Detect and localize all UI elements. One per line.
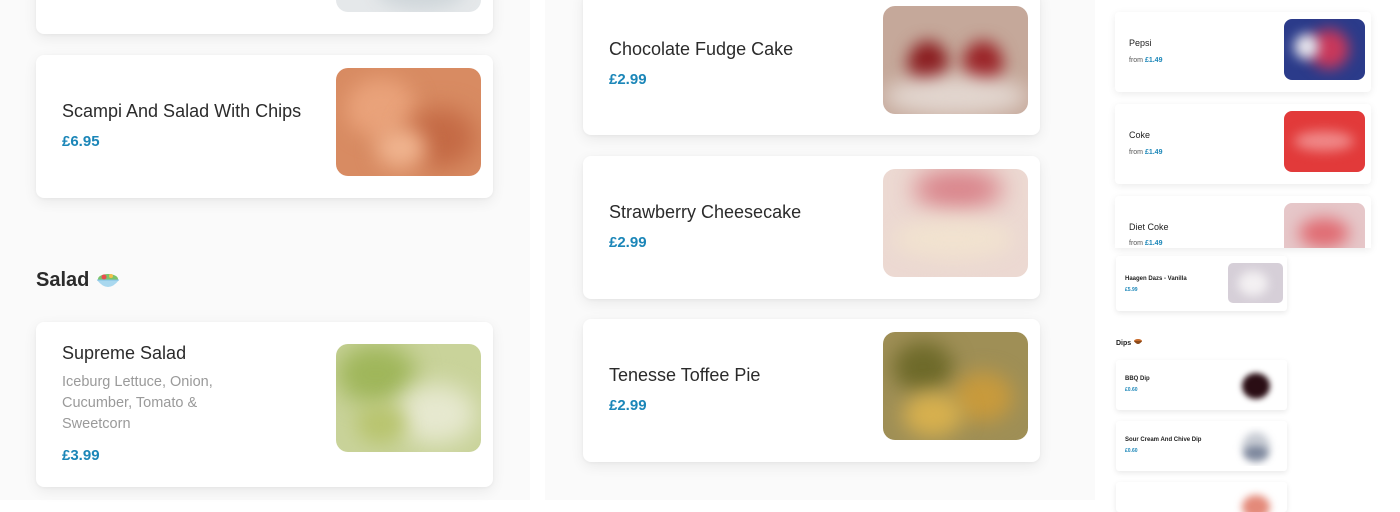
item-price: £6.95 — [62, 133, 100, 150]
menu-item-card[interactable]: Haagen Dazs - Vanilla £5.99 — [1116, 256, 1287, 311]
item-price: from £1.49 — [1129, 240, 1163, 247]
dip-card[interactable]: Sour Cream And Chive Dip £0.60 — [1116, 421, 1287, 471]
item-name: Tenesse Toffee Pie — [609, 365, 761, 385]
haagen-dazs-image — [1228, 263, 1283, 303]
section-title-dips: Dips — [1116, 338, 1143, 348]
item-description: Iceburg Lettuce, Onion, Cucumber, Tomato… — [62, 374, 213, 432]
cheesecake-image — [883, 169, 1028, 277]
item-price: £3.99 — [62, 447, 100, 464]
item-name: Supreme Salad — [62, 343, 187, 363]
item-name: Coke — [1129, 130, 1151, 140]
partial-food-image — [336, 0, 481, 12]
drink-card[interactable]: Diet Coke from £1.49 — [1115, 196, 1371, 248]
dip-bowl-icon — [1133, 338, 1143, 348]
section-title-text: Salad — [36, 269, 90, 291]
item-price: £2.99 — [609, 71, 647, 88]
item-price: £5.99 — [1125, 287, 1138, 293]
toffee-pie-image — [883, 332, 1028, 440]
menu-item-card[interactable]: Strawberry Cheesecake £2.99 — [583, 156, 1040, 299]
menu-item-card[interactable]: Tenesse Toffee Pie £2.99 — [583, 319, 1040, 462]
item-name: Scampi And Salad With Chips — [62, 101, 302, 121]
item-name: Haagen Dazs - Vanilla — [1125, 276, 1187, 282]
item-name: Pepsi — [1129, 38, 1152, 48]
menu-item-card[interactable]: Chocolate Fudge Cake £2.99 — [583, 0, 1040, 135]
middle-menu-column: Chocolate Fudge Cake £2.99 Strawberry Ch… — [545, 0, 1095, 500]
bbq-dip-image — [1228, 365, 1283, 405]
right-menu-column: Pepsi from £1.49 Coke from £1.49 Diet Co… — [1112, 0, 1400, 512]
item-price: £2.99 — [609, 397, 647, 414]
item-price: £0.60 — [1125, 448, 1138, 454]
menu-item-card[interactable]: Supreme Salad Iceburg Lettuce, Onion, Cu… — [36, 322, 493, 487]
fudge-cake-image — [883, 6, 1028, 114]
section-title-salad: Salad — [36, 269, 121, 292]
coke-image — [1284, 111, 1365, 172]
item-price: £2.99 — [609, 234, 647, 251]
menu-item-card[interactable] — [36, 0, 493, 34]
left-menu-column: Scampi And Salad With Chips £6.95 Salad … — [0, 0, 530, 500]
item-name: Chocolate Fudge Cake — [609, 39, 794, 59]
item-price: from £1.49 — [1129, 57, 1163, 64]
item-name: BBQ Dip — [1125, 376, 1150, 382]
dip-card[interactable] — [1116, 482, 1287, 512]
item-name: Diet Coke — [1129, 222, 1169, 232]
item-name: Sour Cream And Chive Dip — [1125, 437, 1202, 443]
salad-image — [336, 344, 481, 452]
dip-card[interactable]: BBQ Dip £0.60 — [1116, 360, 1287, 410]
drink-card[interactable]: Pepsi from £1.49 — [1115, 12, 1371, 92]
diet-coke-image — [1284, 203, 1365, 248]
salad-bowl-icon — [95, 270, 121, 292]
item-price: from £1.49 — [1129, 149, 1163, 156]
scampi-image — [336, 68, 481, 176]
drink-card[interactable]: Coke from £1.49 — [1115, 104, 1371, 184]
menu-item-card[interactable]: Scampi And Salad With Chips £6.95 — [36, 55, 493, 198]
pepsi-image — [1284, 19, 1365, 80]
item-price: £0.60 — [1125, 387, 1138, 393]
item-name: Strawberry Cheesecake — [609, 202, 802, 222]
sour-cream-dip-image — [1228, 426, 1283, 466]
section-title-text: Dips — [1116, 339, 1132, 347]
